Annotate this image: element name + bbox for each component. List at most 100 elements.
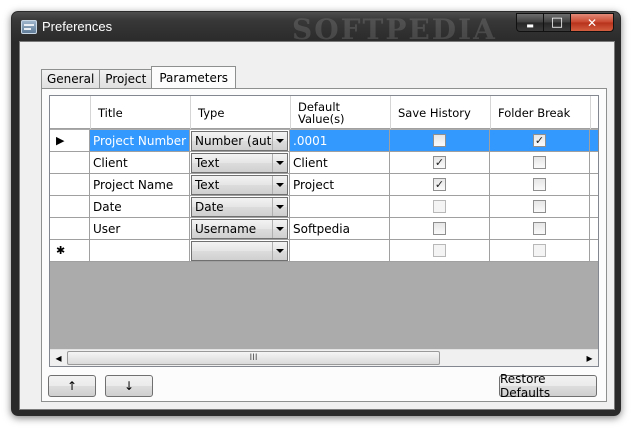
scroll-left-arrow[interactable]: ◂ <box>50 350 67 366</box>
preferences-window: Preferences SOFTPEDIA ▬ □ ✕ General Proj… <box>11 11 621 416</box>
cell-title[interactable]: Date <box>90 196 190 218</box>
cell-save-history[interactable] <box>390 130 490 152</box>
title-bar[interactable]: Preferences SOFTPEDIA ▬ □ ✕ <box>12 12 620 46</box>
cell-save-history[interactable] <box>390 240 490 262</box>
type-dropdown[interactable] <box>191 240 288 261</box>
cell-save-history[interactable]: ✓ <box>390 174 490 196</box>
row-indicator[interactable] <box>50 152 90 174</box>
column-header-folder-break[interactable]: Folder Break <box>491 96 591 129</box>
folder-break-checkbox[interactable]: ✓ <box>533 134 546 147</box>
cell-title[interactable]: Project Number <box>90 130 190 152</box>
type-dropdown-value: Username <box>195 221 257 236</box>
table-row[interactable]: ▶Project Number Number (auto... .0001 ✓ <box>50 130 598 152</box>
cell-partial <box>590 240 598 262</box>
scroll-right-arrow[interactable]: ▸ <box>581 350 598 366</box>
cell-save-history[interactable] <box>390 196 490 218</box>
dropdown-arrow-icon[interactable] <box>272 153 287 172</box>
row-indicator[interactable] <box>50 196 90 218</box>
type-dropdown-value: Text <box>195 177 220 192</box>
cell-folder-break[interactable] <box>490 218 590 240</box>
save-history-checkbox[interactable]: ✓ <box>433 156 446 169</box>
save-history-checkbox[interactable] <box>433 222 446 235</box>
cell-folder-break[interactable] <box>490 174 590 196</box>
restore-defaults-button[interactable]: Restore Defaults <box>499 372 597 400</box>
save-history-checkbox[interactable]: ✓ <box>433 178 446 191</box>
folder-break-checkbox[interactable] <box>533 156 546 169</box>
dropdown-arrow-icon[interactable] <box>272 197 287 216</box>
type-dropdown-value: Number (auto... <box>195 133 272 148</box>
app-icon <box>21 20 37 34</box>
cell-type[interactable] <box>190 240 290 262</box>
column-header-partial <box>591 96 598 129</box>
type-dropdown[interactable]: Date <box>191 196 288 217</box>
cell-type[interactable]: Username <box>190 218 290 240</box>
type-dropdown[interactable]: Number (auto... <box>191 130 288 151</box>
cell-title[interactable] <box>90 240 190 262</box>
tab-project[interactable]: Project <box>99 69 153 88</box>
row-indicator[interactable]: ▶ <box>50 130 90 152</box>
cell-type[interactable]: Number (auto... <box>190 130 290 152</box>
cell-default-value[interactable] <box>290 240 390 262</box>
row-indicator[interactable] <box>50 174 90 196</box>
parameters-grid[interactable]: Title Type Default Value(s) Save History… <box>49 95 599 367</box>
column-header-type[interactable]: Type <box>191 96 291 129</box>
table-row[interactable]: Client Text Client ✓ <box>50 152 598 174</box>
cell-title[interactable]: User <box>90 218 190 240</box>
minimize-button[interactable]: ▬ <box>516 13 543 32</box>
cell-folder-break[interactable] <box>490 240 590 262</box>
cell-default-value[interactable]: Softpedia <box>290 218 390 240</box>
folder-break-checkbox[interactable] <box>533 244 546 257</box>
cell-save-history[interactable] <box>390 218 490 240</box>
maximize-button[interactable]: □ <box>543 13 570 32</box>
folder-break-checkbox[interactable] <box>533 200 546 213</box>
move-up-button[interactable]: ↑ <box>48 375 96 397</box>
cell-folder-break[interactable] <box>490 152 590 174</box>
type-dropdown[interactable]: Text <box>191 152 288 173</box>
cell-title[interactable]: Client <box>90 152 190 174</box>
cell-folder-break[interactable]: ✓ <box>490 130 590 152</box>
row-indicator[interactable]: ✱ <box>50 240 90 262</box>
scroll-thumb[interactable]: III <box>67 351 440 365</box>
window-title: Preferences <box>42 19 113 34</box>
cell-title[interactable]: Project Name <box>90 174 190 196</box>
column-header-default-values[interactable]: Default Value(s) <box>291 96 391 129</box>
cell-default-value[interactable] <box>290 196 390 218</box>
type-dropdown[interactable]: Username <box>191 218 288 239</box>
cell-folder-break[interactable] <box>490 196 590 218</box>
close-icon: ✕ <box>586 15 598 30</box>
column-header-save-history[interactable]: Save History <box>391 96 491 129</box>
type-dropdown-value: Date <box>195 199 224 214</box>
cell-partial <box>590 196 598 218</box>
cell-default-value[interactable]: Client <box>290 152 390 174</box>
cell-partial <box>590 152 598 174</box>
row-indicator[interactable] <box>50 218 90 240</box>
cell-type[interactable]: Text <box>190 174 290 196</box>
save-history-checkbox[interactable] <box>433 200 446 213</box>
horizontal-scrollbar[interactable]: ◂ III ▸ <box>50 349 598 366</box>
column-header-title[interactable]: Title <box>91 96 191 129</box>
table-row[interactable]: User Username Softpedia <box>50 218 598 240</box>
folder-break-checkbox[interactable] <box>533 178 546 191</box>
cell-type[interactable]: Text <box>190 152 290 174</box>
cell-type[interactable]: Date <box>190 196 290 218</box>
dropdown-arrow-icon[interactable] <box>272 175 287 194</box>
save-history-checkbox[interactable] <box>433 134 446 147</box>
close-button[interactable]: ✕ <box>570 13 614 32</box>
type-dropdown[interactable]: Text <box>191 174 288 195</box>
cell-default-value[interactable]: .0001 <box>290 130 390 152</box>
dropdown-arrow-icon[interactable] <box>272 241 287 260</box>
dropdown-arrow-icon[interactable] <box>272 131 287 150</box>
dropdown-arrow-icon[interactable] <box>272 219 287 238</box>
table-row[interactable]: Project Name Text Project ✓ <box>50 174 598 196</box>
cell-save-history[interactable]: ✓ <box>390 152 490 174</box>
maximize-icon: □ <box>550 15 564 30</box>
cell-default-value[interactable]: Project <box>290 174 390 196</box>
table-row[interactable]: Date Date <box>50 196 598 218</box>
cell-partial <box>590 130 598 152</box>
tab-parameters[interactable]: Parameters <box>151 66 237 88</box>
move-down-button[interactable]: ↓ <box>105 375 153 397</box>
save-history-checkbox[interactable] <box>433 244 446 257</box>
tab-general[interactable]: General <box>41 69 101 88</box>
folder-break-checkbox[interactable] <box>533 222 546 235</box>
table-row[interactable]: ✱ <box>50 240 598 262</box>
